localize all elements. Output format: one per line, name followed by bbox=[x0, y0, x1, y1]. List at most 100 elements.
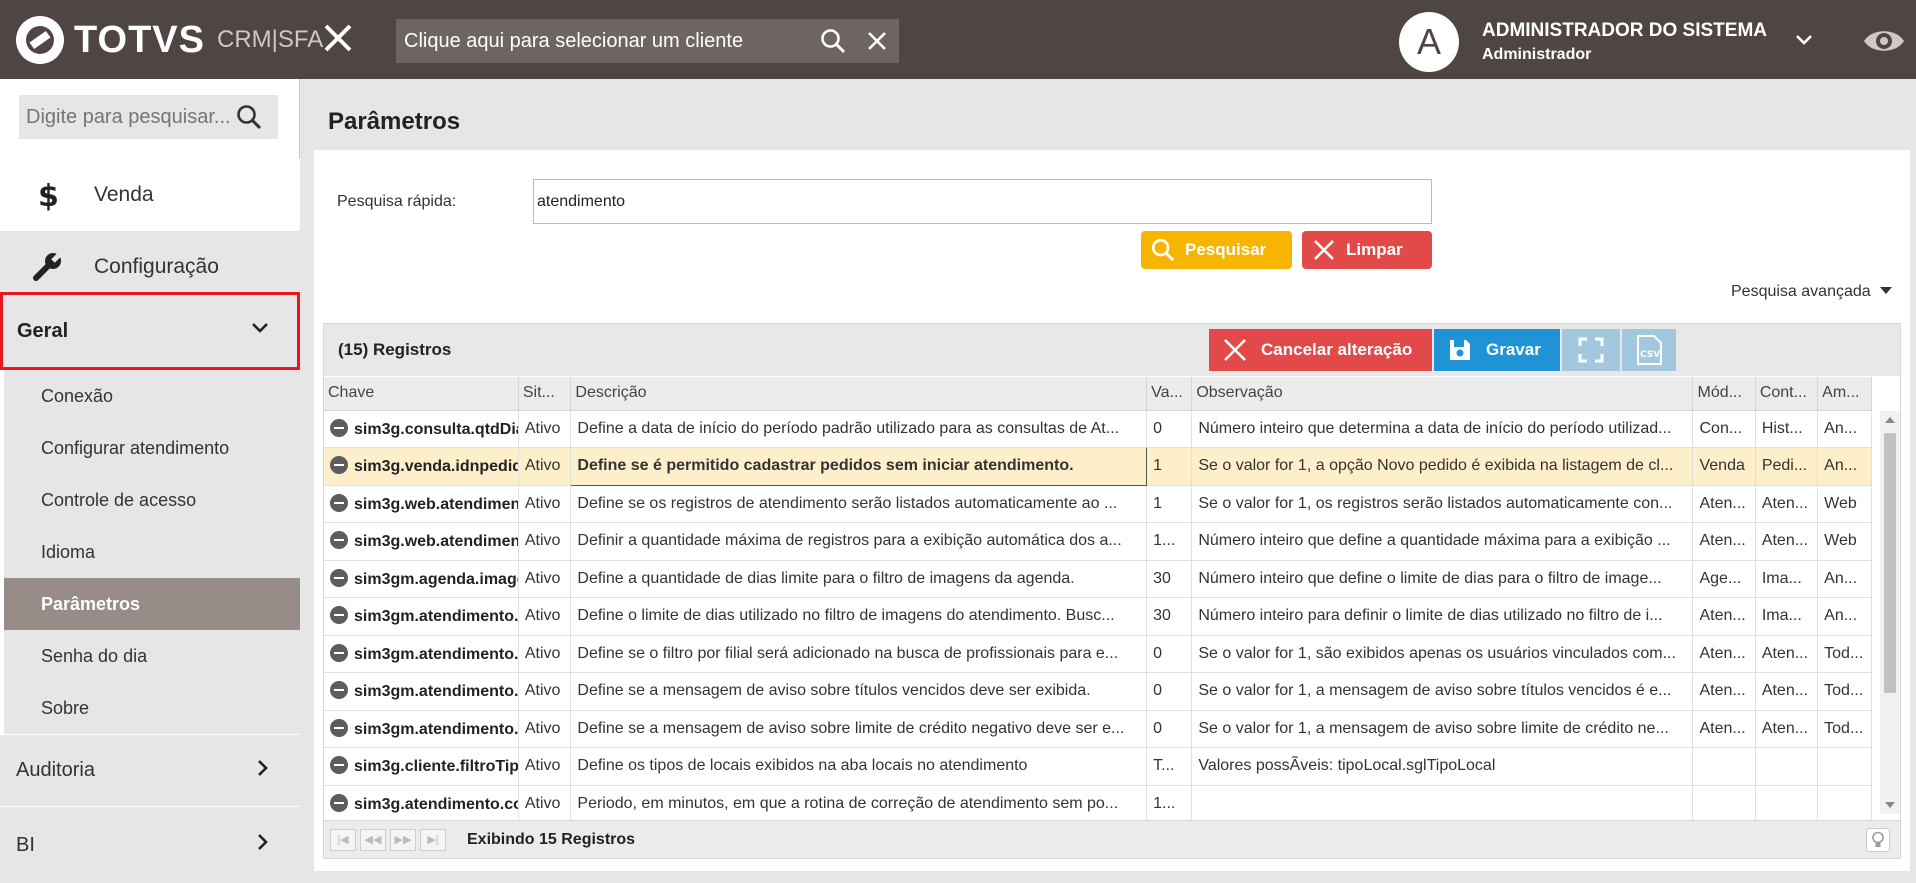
cell-ambiente[interactable] bbox=[1817, 785, 1872, 823]
cell-situacao[interactable]: Ativo bbox=[518, 635, 572, 673]
remove-icon[interactable] bbox=[330, 643, 348, 662]
column-header-valor[interactable]: Va... bbox=[1146, 377, 1193, 411]
cell-observacao[interactable]: Se o valor for 1, a mensagem de aviso so… bbox=[1191, 710, 1694, 748]
cell-contexto[interactable] bbox=[1755, 785, 1819, 823]
cell-contexto[interactable] bbox=[1755, 747, 1819, 786]
cell-contexto[interactable]: Ima... bbox=[1755, 597, 1819, 636]
search-icon[interactable] bbox=[811, 19, 855, 63]
cell-ambiente[interactable]: Tod... bbox=[1817, 672, 1872, 711]
table-row[interactable]: sim3g.cliente.filtroTipoLocal Ativo Defi… bbox=[324, 747, 1872, 786]
cell-descricao[interactable]: Periodo, em minutos, em que a rotina de … bbox=[570, 785, 1148, 823]
cell-chave[interactable]: sim3gm.atendimento.imagensDias bbox=[324, 597, 519, 636]
sidebar-item-auditoria[interactable]: Auditoria bbox=[0, 735, 300, 806]
cell-chave[interactable]: sim3g.web.atendimentoQtdMaxima bbox=[324, 522, 519, 561]
cell-descricao[interactable]: Definir a quantidade máxima de registros… bbox=[570, 522, 1148, 561]
cancel-changes-button[interactable]: Cancelar alteração bbox=[1209, 329, 1432, 371]
clear-button[interactable]: Limpar bbox=[1302, 231, 1432, 269]
column-header-situacao[interactable]: Sit... bbox=[518, 377, 572, 411]
cell-ambiente[interactable]: An... bbox=[1817, 447, 1872, 486]
sidebar-search-input[interactable] bbox=[19, 105, 229, 129]
cell-modulo[interactable]: Venda bbox=[1692, 447, 1756, 486]
cell-descricao[interactable]: Define se a mensagem de aviso sobre limi… bbox=[570, 710, 1148, 748]
cell-descricao[interactable]: Define se a mensagem de aviso sobre títu… bbox=[570, 672, 1148, 711]
cell-situacao[interactable]: Ativo bbox=[518, 672, 572, 711]
cell-contexto[interactable]: Aten... bbox=[1755, 710, 1819, 748]
cell-ambiente[interactable]: An... bbox=[1817, 560, 1872, 598]
cell-valor[interactable]: 1 bbox=[1146, 447, 1193, 486]
cell-observacao[interactable]: Se o valor for 1, os registros serão lis… bbox=[1191, 485, 1694, 523]
cell-valor[interactable]: T... bbox=[1146, 747, 1193, 786]
cell-modulo[interactable]: Aten... bbox=[1692, 710, 1756, 748]
advanced-search-toggle[interactable]: Pesquisa avançada bbox=[1731, 283, 1871, 301]
scroll-down-icon[interactable] bbox=[1885, 802, 1895, 808]
column-header-chave[interactable]: Chave bbox=[324, 377, 519, 411]
cell-modulo[interactable]: Aten... bbox=[1692, 635, 1756, 673]
cell-chave[interactable]: sim3gm.atendimento.filtroFilial bbox=[324, 635, 519, 673]
remove-icon[interactable] bbox=[330, 418, 348, 437]
cell-chave[interactable]: sim3g.consulta.qtdDiasInicio bbox=[324, 410, 519, 448]
scroll-up-icon[interactable] bbox=[1885, 417, 1895, 423]
cell-modulo[interactable]: Aten... bbox=[1692, 597, 1756, 636]
sidebar-subitem-conexao[interactable]: Conexão bbox=[4, 370, 300, 422]
cell-contexto[interactable]: Hist... bbox=[1755, 410, 1819, 448]
cell-ambiente[interactable]: Web bbox=[1817, 522, 1872, 561]
table-row[interactable]: sim3gm.atendimento.imagensDias Ativo Def… bbox=[324, 597, 1872, 636]
cell-situacao[interactable]: Ativo bbox=[518, 447, 572, 486]
client-selector[interactable]: Clique aqui para selecionar um cliente bbox=[396, 19, 899, 63]
cell-descricao[interactable]: Define os tipos de locais exibidos na ab… bbox=[570, 747, 1148, 786]
cell-situacao[interactable]: Ativo bbox=[518, 410, 572, 448]
cell-valor[interactable]: 0 bbox=[1146, 635, 1193, 673]
column-header-modulo[interactable]: Mód... bbox=[1692, 377, 1756, 411]
cell-observacao[interactable]: Número inteiro para definir o limite de … bbox=[1191, 597, 1694, 636]
cell-situacao[interactable]: Ativo bbox=[518, 785, 572, 823]
cell-descricao[interactable]: Define se o filtro por filial será adici… bbox=[570, 635, 1148, 673]
cell-observacao[interactable]: Número inteiro que define o limite de di… bbox=[1191, 560, 1694, 598]
table-row[interactable]: sim3gm.atendimento.filtroFilial Ativo De… bbox=[324, 635, 1872, 673]
sidebar-subitem-senha-do-dia[interactable]: Senha do dia bbox=[4, 630, 300, 682]
cell-ambiente[interactable]: An... bbox=[1817, 410, 1872, 448]
cell-chave[interactable]: sim3g.web.atendimentoListagem bbox=[324, 485, 519, 523]
table-row[interactable]: sim3gm.atendimento.titulosVencidos Ativo… bbox=[324, 672, 1872, 711]
sidebar-item-geral[interactable]: Geral bbox=[0, 292, 300, 370]
search-button[interactable]: Pesquisar bbox=[1141, 231, 1292, 269]
cell-chave[interactable]: sim3g.cliente.filtroTipoLocal bbox=[324, 747, 519, 786]
chevron-down-icon[interactable] bbox=[1792, 28, 1816, 52]
remove-icon[interactable] bbox=[330, 531, 348, 550]
cell-descricao[interactable]: Define se é permitido cadastrar pedidos … bbox=[570, 447, 1148, 486]
cell-situacao[interactable]: Ativo bbox=[518, 485, 572, 523]
cell-valor[interactable]: 1 bbox=[1146, 485, 1193, 523]
cell-valor[interactable]: 30 bbox=[1146, 597, 1193, 636]
first-page-icon[interactable]: |◀ bbox=[330, 829, 356, 851]
cell-descricao[interactable]: Define se os registros de atendimento se… bbox=[570, 485, 1148, 523]
cell-contexto[interactable]: Aten... bbox=[1755, 672, 1819, 711]
table-row[interactable]: sim3gm.agenda.imagensDias Ativo Define a… bbox=[324, 560, 1872, 598]
quick-search-input[interactable] bbox=[533, 179, 1432, 224]
cell-contexto[interactable]: Aten... bbox=[1755, 522, 1819, 561]
sidebar-item-venda[interactable]: $ Venda bbox=[0, 159, 300, 230]
remove-icon[interactable] bbox=[330, 456, 348, 475]
remove-icon[interactable] bbox=[330, 493, 348, 512]
remove-icon[interactable] bbox=[330, 606, 348, 625]
remove-icon[interactable] bbox=[330, 718, 348, 737]
vertical-scrollbar[interactable] bbox=[1880, 411, 1900, 814]
column-header-descricao[interactable]: Descrição bbox=[570, 377, 1148, 411]
cell-modulo[interactable]: Age... bbox=[1692, 560, 1756, 598]
cell-modulo[interactable]: Aten... bbox=[1692, 522, 1756, 561]
cell-modulo[interactable]: Aten... bbox=[1692, 485, 1756, 523]
cell-ambiente[interactable]: Web bbox=[1817, 485, 1872, 523]
cell-modulo[interactable]: Con... bbox=[1692, 410, 1756, 448]
cell-chave[interactable]: sim3g.venda.idnpedidoSemAtendimento bbox=[324, 447, 519, 486]
table-row[interactable]: sim3g.consulta.qtdDiasInicio Ativo Defin… bbox=[324, 410, 1872, 448]
cell-valor[interactable]: 1... bbox=[1146, 522, 1193, 561]
scrollbar-thumb[interactable] bbox=[1884, 433, 1896, 693]
sidebar-item-bi[interactable]: BI bbox=[0, 807, 300, 883]
cell-descricao[interactable]: Define a data de início do período padrã… bbox=[570, 410, 1148, 448]
cell-observacao[interactable] bbox=[1191, 785, 1694, 823]
table-row[interactable]: sim3g.web.atendimentoQtdMaxima Ativo Def… bbox=[324, 522, 1872, 561]
column-header-contexto[interactable]: Cont... bbox=[1755, 377, 1819, 411]
cell-situacao[interactable]: Ativo bbox=[518, 597, 572, 636]
cell-observacao[interactable]: Se o valor for 1, a opção Novo pedido é … bbox=[1191, 447, 1694, 486]
cell-modulo[interactable] bbox=[1692, 785, 1756, 823]
cell-valor[interactable]: 1... bbox=[1146, 785, 1193, 823]
cell-chave[interactable]: sim3gm.atendimento.titulosVencidos bbox=[324, 672, 519, 711]
